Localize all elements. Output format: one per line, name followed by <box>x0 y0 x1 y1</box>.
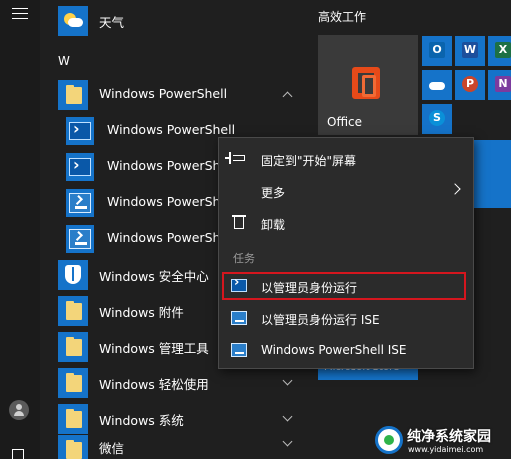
app-label: Windows 轻松使用 <box>99 377 209 392</box>
powershell-ise-icon <box>66 189 94 217</box>
weather-icon <box>58 6 88 36</box>
highlight-box <box>222 272 466 300</box>
folder-icon <box>58 332 88 362</box>
chevron-up-icon[interactable] <box>282 91 293 102</box>
skype-icon: S <box>429 110 445 126</box>
app-folder-wechat[interactable]: 微信 <box>40 432 305 459</box>
powershell-ise-icon <box>231 342 247 358</box>
onedrive-tile[interactable] <box>422 70 452 100</box>
menu-section-tasks: 任务 <box>233 252 255 265</box>
outlook-icon: O <box>429 42 445 58</box>
app-folder-powershell[interactable]: Windows PowerShell <box>40 77 305 113</box>
app-label: Windows 系统 <box>99 413 184 428</box>
word-tile[interactable]: W <box>455 36 485 66</box>
chevron-down-icon[interactable] <box>282 436 293 447</box>
app-label: Windows PowerShell <box>107 122 236 137</box>
app-folder-ease-of-access[interactable]: Windows 轻松使用 <box>40 365 305 401</box>
folder-icon <box>58 368 88 398</box>
app-label: Windows 安全中心 <box>99 269 209 284</box>
powershell-ise-icon <box>231 310 247 326</box>
menu-item-label: 更多 <box>261 186 286 200</box>
app-weather[interactable]: 天气 <box>40 3 305 39</box>
watermark-url: www.yidaimei.com <box>408 445 484 454</box>
onenote-icon: N <box>495 76 511 92</box>
powershell-icon <box>66 117 94 145</box>
menu-item-label: 以管理员身份运行 ISE <box>261 313 380 327</box>
office-logo-icon <box>352 67 380 99</box>
app-label: Windows 附件 <box>99 305 184 320</box>
watermark-title: 纯净系统家园 <box>407 429 491 445</box>
chevron-right-icon <box>449 183 461 195</box>
powerpoint-tile[interactable]: P <box>455 70 485 100</box>
folder-icon <box>58 80 88 110</box>
app-label: 天气 <box>99 15 125 30</box>
left-rail <box>0 0 40 459</box>
word-icon: W <box>462 42 478 58</box>
shield-icon <box>58 260 88 290</box>
context-menu: 固定到"开始"屏幕 更多 卸载 任务 以管理员身份运行 以管理员身份运行 ISE… <box>218 137 474 369</box>
menu-item-label: 固定到"开始"屏幕 <box>261 154 357 168</box>
menu-item-pin-start[interactable]: 固定到"开始"屏幕 <box>219 144 473 174</box>
app-label: 微信 <box>99 441 125 456</box>
chevron-down-icon[interactable] <box>282 411 293 422</box>
menu-item-label: 卸载 <box>261 218 286 232</box>
menu-item-label: Windows PowerShell ISE <box>261 343 407 357</box>
hamburger-icon[interactable] <box>12 8 28 20</box>
watermark: 纯净系统家园 www.yidaimei.com <box>375 422 511 459</box>
skype-tile[interactable]: S <box>422 104 452 134</box>
app-label: Windows PowerShe <box>107 158 229 173</box>
trash-icon <box>231 215 247 231</box>
tile-label: Office <box>327 115 363 129</box>
folder-icon <box>58 435 88 459</box>
app-label: Windows PowerShe <box>107 194 229 209</box>
watermark-logo-icon <box>375 426 403 454</box>
section-letter[interactable]: W <box>58 54 70 68</box>
chevron-down-icon[interactable] <box>282 375 293 386</box>
onenote-tile[interactable]: N <box>488 70 511 100</box>
excel-tile[interactable]: X <box>488 36 511 66</box>
user-icon[interactable] <box>9 400 29 420</box>
app-label: Windows PowerShell <box>99 86 228 101</box>
app-label: Windows PowerShe <box>107 230 229 245</box>
menu-item-uninstall[interactable]: 卸载 <box>219 208 473 238</box>
folder-icon <box>58 404 88 434</box>
document-icon[interactable] <box>12 449 24 459</box>
excel-icon: X <box>495 42 511 58</box>
folder-icon <box>58 296 88 326</box>
menu-item-more[interactable]: 更多 <box>219 176 473 206</box>
outlook-tile[interactable]: O <box>422 36 452 66</box>
office-tile[interactable]: Office <box>318 35 418 135</box>
powershell-icon <box>66 153 94 181</box>
menu-item-run-as-admin-ise[interactable]: 以管理员身份运行 ISE <box>219 303 473 333</box>
menu-item-powershell-ise[interactable]: Windows PowerShell ISE <box>219 335 473 365</box>
pin-icon <box>225 151 247 167</box>
app-label: Windows 管理工具 <box>99 341 209 356</box>
powershell-ise-icon <box>66 225 94 253</box>
powerpoint-icon: P <box>462 76 478 92</box>
tile-group-header: 高效工作 <box>318 10 367 24</box>
